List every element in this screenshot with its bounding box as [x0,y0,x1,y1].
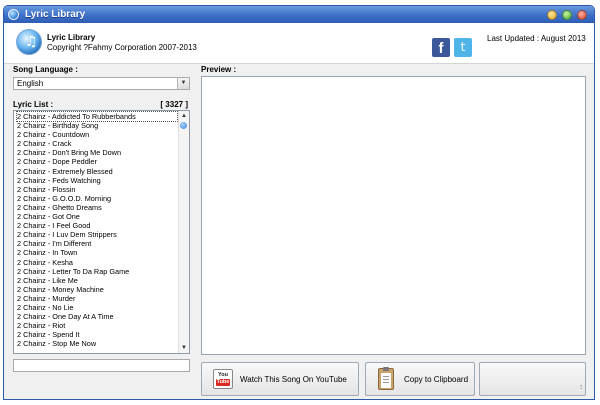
list-item[interactable]: 2 Chainz - Addicted To Rubberbands [16,111,178,123]
app-logo-icon: ♫ [16,29,42,55]
list-item[interactable]: 2 Chainz - Like Me [17,276,177,285]
title-bar[interactable]: Lyric Library [4,6,594,23]
extra-button[interactable]: ⁝ [479,362,586,396]
song-language-label: Song Language : [13,65,78,74]
list-scrollbar[interactable]: ▲ ▼ [178,111,189,353]
scroll-down-icon[interactable]: ▼ [179,343,189,353]
list-item[interactable]: 2 Chainz - Kesha [17,258,177,267]
window-title: Lyric Library [25,9,86,20]
list-item[interactable]: 2 Chainz - I'm Different [17,239,177,248]
app-window: Lyric Library ♫ Lyric Library Copyright … [3,5,595,400]
minimize-icon[interactable] [547,10,557,20]
list-item[interactable]: 2 Chainz - I Luv Dem Strippers [17,230,177,239]
maximize-icon[interactable] [562,10,572,20]
list-item[interactable]: 2 Chainz - Dope Peddler [17,157,177,166]
list-item[interactable]: 2 Chainz - Murder [17,294,177,303]
twitter-icon[interactable]: t [454,38,472,57]
clipboard-icon [378,367,394,390]
list-item[interactable]: 2 Chainz - Don't Bring Me Down [17,148,177,157]
copyright-text: Copyright ?Fahmy Corporation 2007-2013 [47,43,197,52]
copy-clipboard-button[interactable]: Copy to Clipboard [365,362,475,396]
list-item[interactable]: 2 Chainz - Spend It [17,330,177,339]
scroll-up-icon[interactable]: ▲ [179,111,189,121]
list-item[interactable]: 2 Chainz - Flossin [17,185,177,194]
scroll-thumb[interactable] [180,122,187,129]
app-header: ♫ Lyric Library Copyright ?Fahmy Corpora… [4,23,594,64]
list-item[interactable]: 2 Chainz - Money Machine [17,285,177,294]
list-item[interactable]: 2 Chainz - Crack [17,139,177,148]
list-item[interactable]: 2 Chainz - Riot [17,321,177,330]
app-name: Lyric Library [47,33,96,42]
lyric-count: [ 3327 ] [160,100,188,109]
list-item[interactable]: 2 Chainz - Ghetto Dreams [17,203,177,212]
list-item[interactable]: 2 Chainz - Feds Watching [17,176,177,185]
song-language-value: English [17,79,44,88]
copy-clipboard-label: Copy to Clipboard [404,375,469,384]
list-item[interactable]: 2 Chainz - Extremely Blessed [17,167,177,176]
list-item[interactable]: 2 Chainz - No Lie [17,303,177,312]
last-updated: Last Updated : August 2013 [487,34,586,43]
list-item[interactable]: 2 Chainz - Stop Me Now [17,339,177,348]
preview-label: Preview : [201,65,237,74]
list-item[interactable]: 2 Chainz - One Day At A Time [17,312,177,321]
list-item[interactable]: 2 Chainz - In Town [17,248,177,257]
app-music-icon [8,9,19,20]
youtube-button-label: Watch This Song On YouTube [240,375,347,384]
facebook-icon[interactable]: f [432,38,450,57]
list-item[interactable]: 2 Chainz - I Feel Good [17,221,177,230]
chevron-down-icon[interactable]: ▼ [177,78,189,89]
youtube-icon: You Tube [213,369,233,389]
list-item[interactable]: 2 Chainz - Got One [17,212,177,221]
chevron-down-icon: ⁝ [580,385,582,391]
list-item[interactable]: 2 Chainz - Birthday Song [17,121,177,130]
list-item[interactable]: 2 Chainz - Countdown [17,130,177,139]
list-item[interactable]: 2 Chainz - G.O.O.D. Morning [17,194,177,203]
youtube-button[interactable]: You Tube Watch This Song On YouTube [201,362,359,396]
close-icon[interactable] [577,10,587,20]
lyric-list[interactable]: 2 Chainz - Addicted To Rubberbands 2 Chai… [13,110,190,354]
lyric-search-input[interactable] [13,359,190,372]
list-item[interactable]: 2 Chainz - Letter To Da Rap Game [17,267,177,276]
song-language-select[interactable]: English ▼ [13,77,190,90]
lyric-list-label: Lyric List : [13,100,54,109]
preview-pane[interactable] [201,76,586,355]
lyric-items: 2 Chainz - Addicted To Rubberbands 2 Chai… [16,111,178,348]
